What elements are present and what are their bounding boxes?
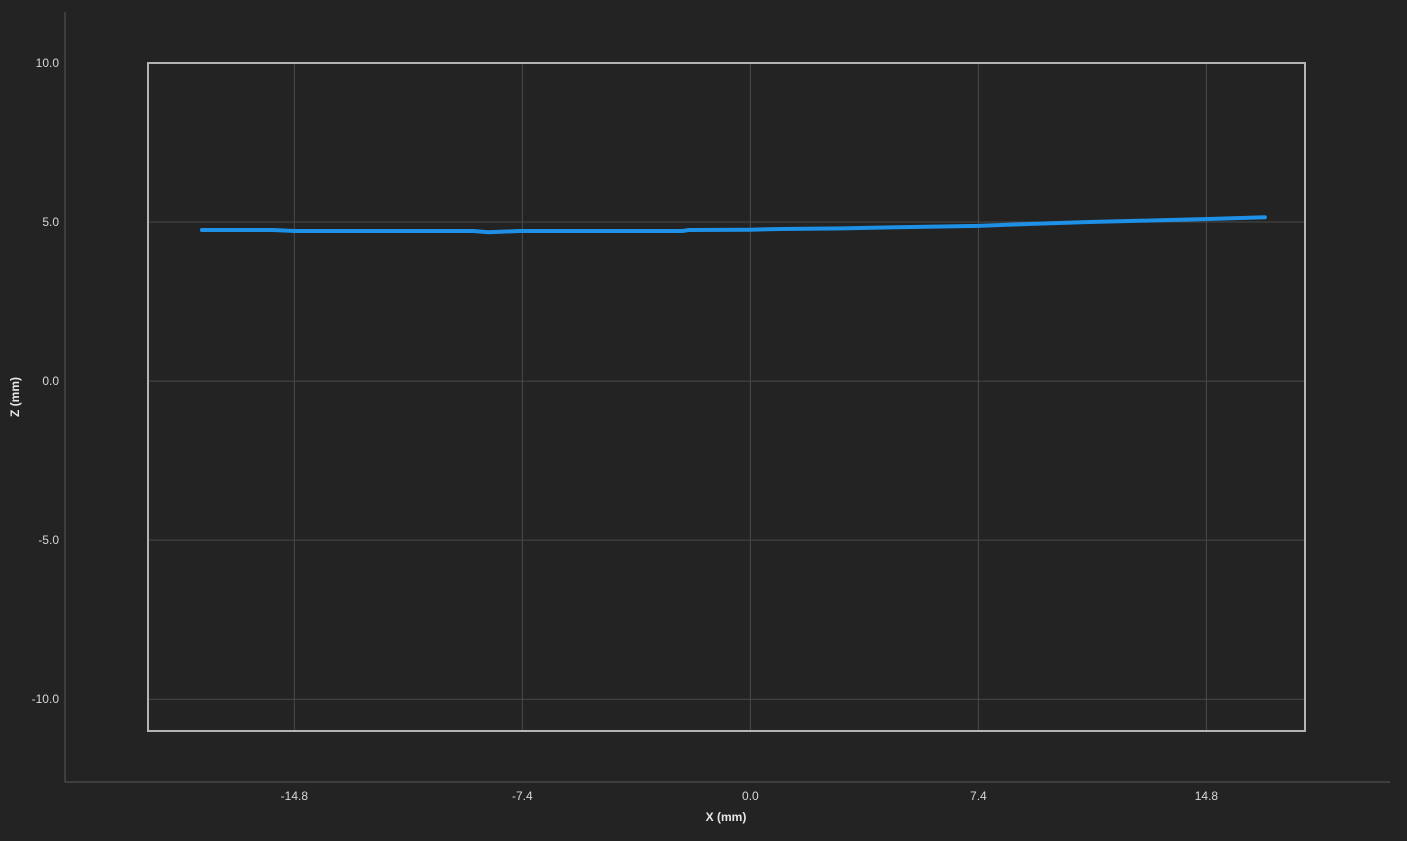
y-axis-title: Z (mm) [8,377,22,417]
x-axis-title: X (mm) [706,810,747,824]
x-tick-labels: -14.8 -7.4 0.0 7.4 14.8 [281,789,1219,803]
x-tick-label: 7.4 [970,789,987,803]
plot-border [147,62,1306,732]
chart-container: 10.0 5.0 0.0 -5.0 -10.0 -14.8 -7.4 0.0 7.4 14.8 … [0,0,1407,836]
y-tick-label: 5.0 [42,215,59,229]
series-line [199,215,1267,235]
y-tick-label: 0.0 [42,374,59,388]
x-tick-label: 0.0 [742,789,759,803]
series-layer [199,215,1267,235]
y-tick-label: -5.0 [38,533,59,547]
line-chart: 10.05.00.0-5.0-10.0 -14.8 -7.4 0.0 7.4 14.8 … [8,12,1390,824]
y-tick-label: -10.0 [32,692,60,706]
x-tick-label: -7.4 [512,789,533,803]
grid [148,62,1305,731]
x-tick-label: -14.8 [281,789,309,803]
x-tick-label: 14.8 [1195,789,1219,803]
y-tick-label: 10.0 [36,56,60,70]
outer-axes [64,12,1390,783]
y-tick-labels: 10.0 5.0 0.0 -5.0 -10.0 [32,56,60,706]
